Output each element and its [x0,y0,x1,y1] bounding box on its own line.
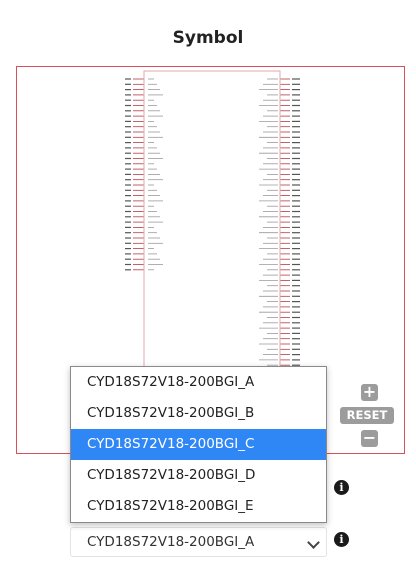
info-icon[interactable]: i [334,532,349,547]
part-select-value: CYD18S72V18-200BGI_A [87,534,255,550]
minus-icon: − [362,428,377,447]
zoom-in-button[interactable]: + [361,384,378,401]
part-dropdown-list[interactable]: CYD18S72V18-200BGI_A CYD18S72V18-200BGI_… [70,366,327,523]
section-title: Symbol [172,28,244,48]
part-option-a[interactable]: CYD18S72V18-200BGI_A [71,367,326,398]
part-option-c[interactable]: CYD18S72V18-200BGI_C [71,429,326,460]
part-option-e[interactable]: CYD18S72V18-200BGI_E [71,491,326,522]
part-select[interactable]: CYD18S72V18-200BGI_A [70,527,327,557]
zoom-out-button[interactable]: − [361,430,378,447]
reset-button[interactable]: RESET [340,407,394,424]
part-option-d[interactable]: CYD18S72V18-200BGI_D [71,460,326,491]
chevron-down-icon [307,536,320,549]
part-option-b[interactable]: CYD18S72V18-200BGI_B [71,398,326,429]
plus-icon: + [362,382,377,401]
info-icon[interactable]: i [334,480,349,495]
